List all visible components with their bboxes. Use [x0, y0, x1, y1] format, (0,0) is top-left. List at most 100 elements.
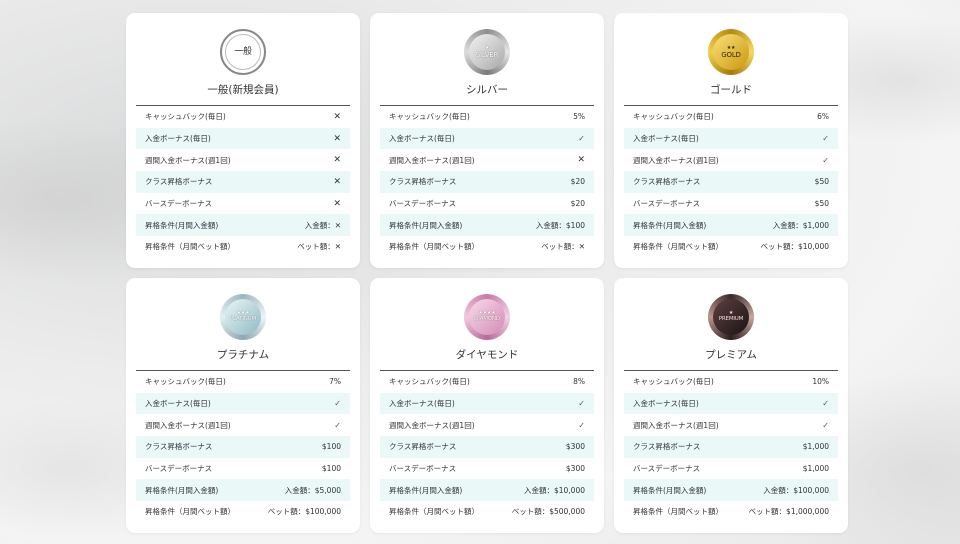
- row-label: 入金ボーナス(毎日): [633, 399, 699, 409]
- table-row: バースデーボーナス $1,000: [624, 458, 838, 480]
- star-icon: ★★: [726, 44, 736, 51]
- table-row: 昇格条件(月間入金額) 入金額：$10,000: [380, 479, 594, 502]
- table-row: 昇格条件(月間入金額) 入金額：$100: [380, 214, 594, 237]
- table-row: 昇格条件（月間ベット額） ベット額：$500,000: [380, 501, 594, 523]
- row-value: ベット額：✕: [541, 242, 585, 252]
- table-row: 昇格条件（月間ベット額） ベット額：$100,000: [136, 501, 350, 523]
- benefits-table: キャッシュバック(毎日) 8% 入金ボーナス(毎日) ✓ 週間入金ボーナス(週1回)…: [380, 370, 594, 523]
- row-value: ✓: [822, 134, 829, 144]
- row-value: ✕: [333, 198, 341, 209]
- table-row: 入金ボーナス(毎日) ✕: [136, 127, 350, 150]
- row-label: バースデーボーナス: [389, 464, 457, 474]
- badge-text: DIAMOND: [474, 316, 500, 323]
- row-label: 昇格条件（月間ベット額）: [633, 242, 723, 252]
- table-row: 昇格条件（月間ベット額） ベット額：✕: [136, 236, 350, 258]
- row-value: ✕: [577, 155, 585, 166]
- table-row: クラス昇格ボーナス $1,000: [624, 436, 838, 458]
- row-value: 10%: [812, 377, 829, 387]
- row-value: ✓: [334, 420, 341, 430]
- row-value: $1,000: [802, 464, 829, 474]
- table-row: 入金ボーナス(毎日) ✓: [380, 127, 594, 150]
- row-label: クラス昇格ボーナス: [145, 442, 213, 452]
- row-label: 週間入金ボーナス(週1回): [389, 420, 475, 430]
- table-row: バースデーボーナス $300: [380, 458, 594, 480]
- tier-card-premium: ★ PREMIUM プレミアム キャッシュバック(毎日) 10% 入金ボーナス(毎日…: [614, 278, 848, 533]
- table-row: 週間入金ボーナス(週1回) ✕: [136, 149, 350, 171]
- table-row: 週間入金ボーナス(週1回) ✕: [380, 149, 594, 171]
- star-icon: ★: [484, 44, 490, 51]
- row-value: ✓: [822, 420, 829, 430]
- table-row: 週間入金ボーナス(週1回) ✓: [380, 414, 594, 436]
- row-value: $50: [814, 199, 829, 209]
- row-label: 入金ボーナス(毎日): [145, 134, 211, 144]
- row-label: 昇格条件(月間入金額): [389, 485, 463, 495]
- diamond-badge-icon: ★★★★ DIAMOND: [464, 294, 510, 340]
- table-row: クラス昇格ボーナス ✕: [136, 171, 350, 193]
- row-label: クラス昇格ボーナス: [633, 442, 701, 452]
- row-label: 昇格条件(月間入金額): [633, 485, 707, 495]
- tier-title: シルバー: [466, 84, 508, 96]
- table-row: キャッシュバック(毎日) 5%: [380, 106, 594, 128]
- table-row: 週間入金ボーナス(週1回) ✓: [624, 149, 838, 171]
- row-value: ✓: [334, 399, 341, 409]
- row-value: ✕: [333, 176, 341, 187]
- table-row: バースデーボーナス ✕: [136, 193, 350, 215]
- row-value: ✕: [333, 155, 341, 166]
- row-label: キャッシュバック(毎日): [633, 112, 714, 122]
- badge-text: PREMIUM: [718, 316, 744, 323]
- table-row: クラス昇格ボーナス $50: [624, 171, 838, 193]
- table-row: 週間入金ボーナス(週1回) ✓: [136, 414, 350, 436]
- row-value: ✕: [333, 133, 341, 144]
- platinum-badge-icon: ★★★ PLATINUM: [220, 294, 266, 340]
- table-row: クラス昇格ボーナス $300: [380, 436, 594, 458]
- row-value: 6%: [817, 112, 829, 122]
- row-label: 週間入金ボーナス(週1回): [145, 420, 231, 430]
- row-value: $300: [565, 442, 585, 452]
- row-label: バースデーボーナス: [145, 464, 213, 474]
- table-row: 入金ボーナス(毎日) ✓: [380, 392, 594, 415]
- tier-card-regular: 一般 一般(新規会員) キャッシュバック(毎日) ✕ 入金ボーナス(毎日) ✕ 週間…: [126, 13, 360, 268]
- table-row: 昇格条件(月間入金額) 入金額：$5,000: [136, 479, 350, 502]
- row-label: 週間入金ボーナス(週1回): [633, 155, 719, 165]
- tier-title: ゴールド: [710, 84, 752, 96]
- row-label: 昇格条件(月間入金額): [145, 220, 219, 230]
- row-value: ベット額：✕: [297, 242, 341, 252]
- row-label: 週間入金ボーナス(週1回): [145, 155, 231, 165]
- row-value: 8%: [573, 377, 585, 387]
- table-row: 昇格条件(月間入金額) 入金額：$1,000: [624, 214, 838, 237]
- benefits-table: キャッシュバック(毎日) 7% 入金ボーナス(毎日) ✓ 週間入金ボーナス(週1回)…: [136, 370, 350, 523]
- row-label: クラス昇格ボーナス: [633, 177, 701, 187]
- row-value: $300: [565, 464, 585, 474]
- row-value: ✓: [578, 399, 585, 409]
- row-label: 昇格条件（月間ベット額）: [389, 242, 479, 252]
- row-value: 入金額：$5,000: [284, 485, 341, 495]
- row-value: $20: [570, 177, 585, 187]
- row-label: クラス昇格ボーナス: [145, 177, 213, 187]
- table-row: 入金ボーナス(毎日) ✓: [136, 392, 350, 415]
- table-row: 昇格条件(月間入金額) 入金額：✕: [136, 214, 350, 237]
- table-row: 入金ボーナス(毎日) ✓: [624, 392, 838, 415]
- vip-tier-grid: 一般 一般(新規会員) キャッシュバック(毎日) ✕ 入金ボーナス(毎日) ✕ 週間…: [126, 13, 848, 533]
- premium-badge-icon: ★ PREMIUM: [708, 294, 754, 340]
- row-label: バースデーボーナス: [389, 199, 457, 209]
- table-row: キャッシュバック(毎日) 8%: [380, 371, 594, 393]
- row-label: 週間入金ボーナス(週1回): [633, 420, 719, 430]
- row-label: バースデーボーナス: [145, 199, 213, 209]
- row-label: 入金ボーナス(毎日): [389, 134, 455, 144]
- badge-text: GOLD: [721, 50, 741, 59]
- row-label: 昇格条件（月間ベット額）: [145, 242, 235, 252]
- row-value: ベット額：$100,000: [267, 507, 341, 517]
- table-row: クラス昇格ボーナス $20: [380, 171, 594, 193]
- row-label: キャッシュバック(毎日): [389, 112, 470, 122]
- row-value: $100: [321, 464, 341, 474]
- row-value: ✓: [822, 155, 829, 165]
- row-value: 5%: [573, 112, 585, 122]
- table-row: キャッシュバック(毎日) 7%: [136, 371, 350, 393]
- table-row: バースデーボーナス $100: [136, 458, 350, 480]
- row-value: $20: [570, 199, 585, 209]
- row-value: $1,000: [802, 442, 829, 452]
- gold-badge-icon: ★★ GOLD: [708, 29, 754, 75]
- tier-card-silver: ★ SILVER シルバー キャッシュバック(毎日) 5% 入金ボーナス(毎日) ✓ …: [370, 13, 604, 268]
- badge-text: PLATINUM: [229, 316, 257, 323]
- table-row: 昇格条件（月間ベット額） ベット額：✕: [380, 236, 594, 258]
